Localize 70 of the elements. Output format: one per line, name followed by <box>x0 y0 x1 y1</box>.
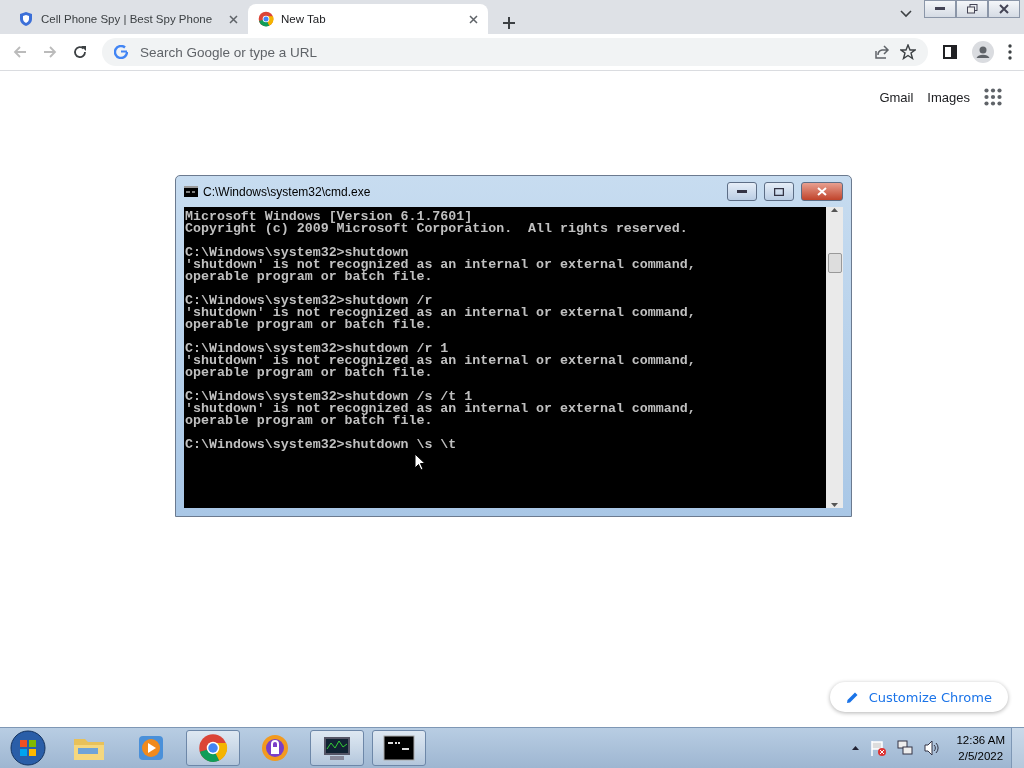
profile-icon[interactable] <box>972 41 994 63</box>
header-link[interactable]: Gmail <box>879 89 914 105</box>
console-icon <box>184 186 198 197</box>
chevron-down-icon[interactable] <box>900 10 912 18</box>
chrome-icon[interactable] <box>198 733 228 763</box>
minimize-icon <box>935 7 945 11</box>
new-tab-icon[interactable] <box>502 16 516 30</box>
console-line: 'shutdown' is not recognized as an internal or external command, <box>185 307 696 319</box>
console-line: 'shutdown' is not recognized as an internal or external command, <box>185 259 696 271</box>
network-icon[interactable] <box>896 739 915 757</box>
shield-icon <box>18 11 34 27</box>
menu-icon[interactable] <box>1008 44 1012 60</box>
console-line: Microsoft Windows [Version 6.1.7601] <box>185 211 473 223</box>
console-line: Copyright (c) 2009 Microsoft Corporation. All rights reserved. <box>185 223 688 235</box>
minimize-button[interactable] <box>924 0 956 18</box>
browser-tab[interactable]: New Tab <box>248 4 488 34</box>
console-line: operable program or batch file. <box>185 271 433 283</box>
console-line: operable program or batch file. <box>185 415 433 427</box>
apps-grid-icon[interactable] <box>984 88 1002 106</box>
customize-chrome-button[interactable]: Customize Chrome <box>829 682 1008 712</box>
show-hidden-icons[interactable] <box>851 745 861 751</box>
scroll-thumb[interactable] <box>827 252 842 273</box>
close-icon[interactable] <box>229 14 238 24</box>
google-icon <box>114 45 128 59</box>
lock-shield-icon[interactable] <box>260 733 290 763</box>
scroll-up-icon[interactable] <box>830 207 839 213</box>
cursor-icon <box>414 453 426 471</box>
restore-button[interactable] <box>956 0 988 18</box>
console-line: operable program or batch file. <box>185 319 433 331</box>
speaker-icon[interactable] <box>923 739 942 757</box>
close-button[interactable] <box>801 182 843 201</box>
close-icon[interactable] <box>469 14 478 24</box>
restore-icon <box>966 4 978 14</box>
window-title: C:\Windows\system32\cmd.exe <box>203 184 372 199</box>
close-button[interactable] <box>988 0 1020 18</box>
console-icon[interactable] <box>383 735 415 761</box>
taskbar-button[interactable] <box>372 730 426 766</box>
console-line: C:\Windows\system32>shutdown /s /t 1 <box>185 391 473 403</box>
minimize-button[interactable] <box>727 182 757 201</box>
maximize-button[interactable] <box>764 182 794 201</box>
taskbar-button[interactable] <box>310 730 364 766</box>
start-button[interactable] <box>8 729 48 767</box>
star-icon[interactable] <box>900 44 916 60</box>
address-field[interactable]: Search Google or type a URL <box>138 43 864 61</box>
console-line: C:\Windows\system32>shutdown <box>185 247 409 259</box>
maximize-icon <box>774 187 784 196</box>
console-line: C:\Windows\system32>shutdown /r 1 <box>185 343 449 355</box>
share-icon[interactable] <box>874 44 890 60</box>
console-line: C:\Windows\system32>shutdown /r <box>185 295 433 307</box>
console-line: 'shutdown' is not recognized as an internal or external command, <box>185 355 696 367</box>
clock-time: 12:36 AM <box>956 733 1005 748</box>
flag-icon[interactable] <box>869 739 888 757</box>
close-icon <box>999 4 1009 14</box>
browser-tab[interactable]: Cell Phone Spy | Best Spy Phone <box>8 4 248 34</box>
reload-icon[interactable] <box>72 44 88 60</box>
pencil-icon <box>845 690 859 704</box>
clock[interactable]: 12:36 AM 2/5/2022 <box>956 732 1005 764</box>
scrollbar[interactable] <box>826 207 843 508</box>
scroll-down-icon[interactable] <box>830 502 839 508</box>
close-icon <box>817 187 827 196</box>
clock-date: 2/5/2022 <box>958 749 1004 764</box>
address-bar[interactable]: Search Google or type a URL <box>102 38 928 66</box>
media-player-icon[interactable] <box>136 733 166 763</box>
header-link[interactable]: Images <box>927 89 970 105</box>
chrome-icon <box>258 11 274 27</box>
console-line: C:\Windows\system32>shutdown \s \t <box>185 439 457 451</box>
console-line: operable program or batch file. <box>185 367 433 379</box>
minimize-icon <box>737 189 747 194</box>
side-panel-icon[interactable] <box>942 44 958 60</box>
console-line: 'shutdown' is not recognized as an internal or external command, <box>185 403 696 415</box>
